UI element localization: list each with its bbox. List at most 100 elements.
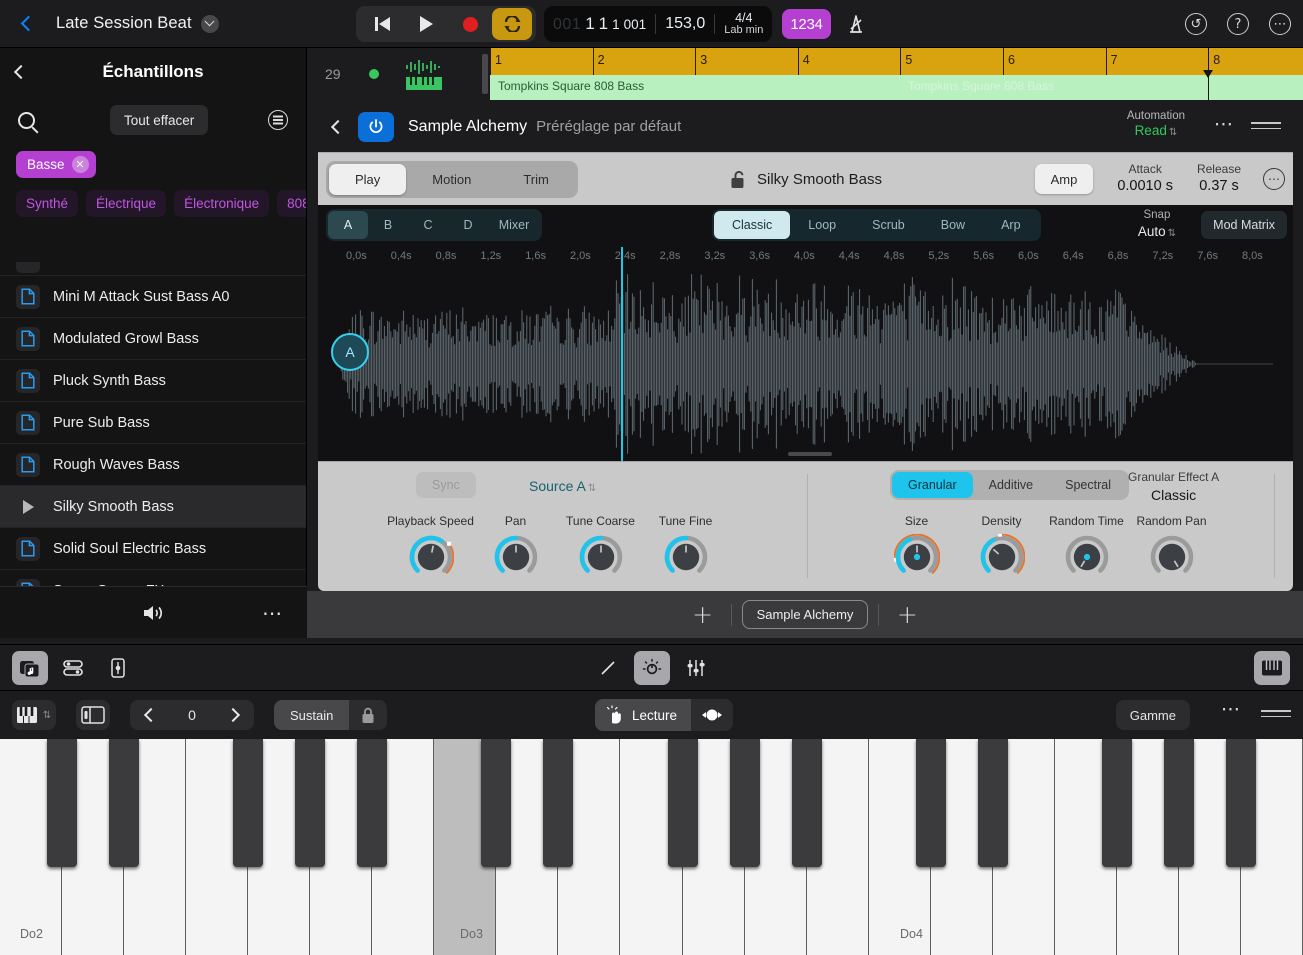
category-chip-808[interactable]: 808: [277, 190, 306, 217]
piano-black-key[interactable]: [1164, 739, 1194, 867]
plugin-power-button[interactable]: [358, 112, 394, 142]
add-plugin-before-button[interactable]: +: [685, 597, 721, 633]
list-item[interactable]: Pluck Synth Bass: [0, 360, 306, 402]
list-item-partial-top[interactable]: [0, 262, 306, 276]
filter-icon[interactable]: [268, 110, 288, 130]
metronome-button[interactable]: [839, 8, 873, 40]
gamme-button[interactable]: Gamme: [1116, 700, 1190, 730]
mode-classic[interactable]: Classic: [714, 211, 790, 239]
record-button[interactable]: [448, 7, 492, 41]
piano-black-key[interactable]: [47, 739, 77, 867]
list-item[interactable]: Mini M Attack Sust Bass A0: [0, 276, 306, 318]
automation-mode[interactable]: Automation Read⇅: [1127, 109, 1185, 140]
knob-random-time[interactable]: [1064, 534, 1110, 580]
lcd-display[interactable]: 001 1 1 1 001 153,0 4/4 Lab min: [544, 6, 772, 42]
unlocked-icon[interactable]: [729, 170, 747, 189]
source-slot-mixer[interactable]: Mixer: [488, 211, 540, 239]
mode-scrub[interactable]: Scrub: [854, 211, 923, 239]
keyboard-more-icon[interactable]: ⋯: [1221, 704, 1240, 714]
knob-playback-speed[interactable]: [408, 534, 454, 580]
undo-icon[interactable]: ↺: [1185, 13, 1207, 35]
knob-size[interactable]: [894, 534, 940, 580]
release-parameter[interactable]: Release 0.37 s: [1197, 162, 1241, 195]
back-button[interactable]: [0, 18, 56, 29]
piano-black-key[interactable]: [1102, 739, 1132, 867]
list-item[interactable]: Rough Waves Bass: [0, 444, 306, 486]
granular-effect-display[interactable]: Granular Effect A Classic: [1128, 470, 1219, 504]
library-icon[interactable]: [12, 651, 48, 685]
filter-tag-basse[interactable]: Basse ✕: [16, 151, 96, 178]
play-button[interactable]: [404, 7, 448, 41]
amp-button[interactable]: Amp: [1035, 164, 1094, 194]
tab-motion[interactable]: Motion: [406, 164, 497, 195]
search-icon[interactable]: [18, 112, 35, 129]
split-keyboard-button[interactable]: [76, 700, 110, 730]
plugin-slot-sample-alchemy[interactable]: Sample Alchemy: [742, 600, 869, 629]
waveform-display[interactable]: 0,0s0,4s0,8s1,2s1,6s2,0s2,4s2,8s3,2s3,6s…: [318, 247, 1293, 461]
piano-black-key[interactable]: [730, 739, 760, 867]
count-in-button[interactable]: 1234: [782, 9, 830, 39]
piano-black-key[interactable]: [481, 739, 511, 867]
plugin-back-button[interactable]: [318, 101, 358, 152]
automation-value[interactable]: Read⇅: [1127, 123, 1185, 140]
octave-down-button[interactable]: [130, 700, 172, 730]
project-menu-chevron-down-icon[interactable]: [201, 15, 219, 33]
piano-black-key[interactable]: [543, 739, 573, 867]
attack-parameter[interactable]: Attack 0.0010 s: [1117, 162, 1173, 195]
keyboard-icon[interactable]: [1254, 651, 1290, 685]
playhead[interactable]: [1208, 48, 1209, 100]
knob-pan[interactable]: [493, 534, 539, 580]
amp-more-circle-icon[interactable]: ⋯: [1263, 168, 1285, 190]
plugin-icon[interactable]: [100, 651, 136, 685]
piano-black-key[interactable]: [357, 739, 387, 867]
region-tompkins-square-808-bass[interactable]: Tompkins Square 808 Bass Tompkins Square…: [490, 75, 1303, 100]
play-icon[interactable]: [16, 495, 40, 519]
list-item[interactable]: Solid Soul Electric Bass: [0, 528, 306, 570]
list-item[interactable]: Silky Smooth Bass: [0, 486, 306, 528]
more-icon[interactable]: ⋯: [1269, 13, 1291, 35]
add-plugin-after-button[interactable]: +: [889, 597, 925, 633]
clear-all-button[interactable]: Tout effacer: [110, 105, 208, 135]
plugin-more-icon[interactable]: ⋯: [1214, 119, 1233, 129]
sidebar-back-button[interactable]: [16, 61, 38, 83]
plugin-resize-handle-icon[interactable]: [1251, 122, 1281, 133]
speaker-icon[interactable]: [141, 603, 167, 623]
list-item[interactable]: Spacy Sweep FX: [0, 570, 306, 586]
waveform-scroll-handle[interactable]: [788, 452, 832, 456]
category-chip-synth-[interactable]: Synthé: [16, 190, 78, 217]
octave-up-button[interactable]: [212, 700, 254, 730]
list-item[interactable]: Modulated Growl Bass: [0, 318, 306, 360]
faders-icon[interactable]: [678, 651, 714, 685]
list-item[interactable]: Pure Sub Bass: [0, 402, 306, 444]
engine-granular[interactable]: Granular: [892, 472, 973, 498]
source-slot-c[interactable]: C: [408, 211, 448, 239]
piano-black-key[interactable]: [233, 739, 263, 867]
sustain-lock-button[interactable]: [349, 700, 387, 730]
knob-tune-coarse[interactable]: [578, 534, 624, 580]
glide-button[interactable]: [691, 699, 733, 731]
sync-button[interactable]: Sync: [416, 472, 476, 498]
piano-black-key[interactable]: [295, 739, 325, 867]
knob-density[interactable]: [979, 534, 1025, 580]
piano-keyboard[interactable]: Do2Do3Do4: [0, 739, 1303, 955]
source-marker-a[interactable]: A: [331, 333, 369, 371]
sustain-button[interactable]: Sustain: [274, 700, 349, 730]
bar-ruler[interactable]: 12345678: [490, 48, 1303, 75]
mixer-icon[interactable]: [56, 651, 92, 685]
smart-controls-icon[interactable]: [634, 651, 670, 685]
tab-trim[interactable]: Trim: [497, 164, 575, 195]
piano-black-key[interactable]: [1226, 739, 1256, 867]
category-chip--lectronique[interactable]: Électronique: [174, 190, 269, 217]
knob-random-pan[interactable]: [1149, 534, 1195, 580]
piano-black-key[interactable]: [978, 739, 1008, 867]
waveform-playhead[interactable]: [621, 247, 623, 461]
rewind-button[interactable]: [360, 7, 404, 41]
waveform-canvas[interactable]: [318, 267, 1293, 461]
help-icon[interactable]: ?: [1227, 13, 1249, 35]
keyboard-type-selector[interactable]: ⇅: [12, 700, 56, 730]
pencil-icon[interactable]: [590, 651, 626, 685]
snap-setting[interactable]: Snap Auto⇅: [1138, 208, 1176, 240]
piano-black-key[interactable]: [109, 739, 139, 867]
category-chip--lectrique[interactable]: Électrique: [86, 190, 166, 217]
knob-tune-fine[interactable]: [663, 534, 709, 580]
